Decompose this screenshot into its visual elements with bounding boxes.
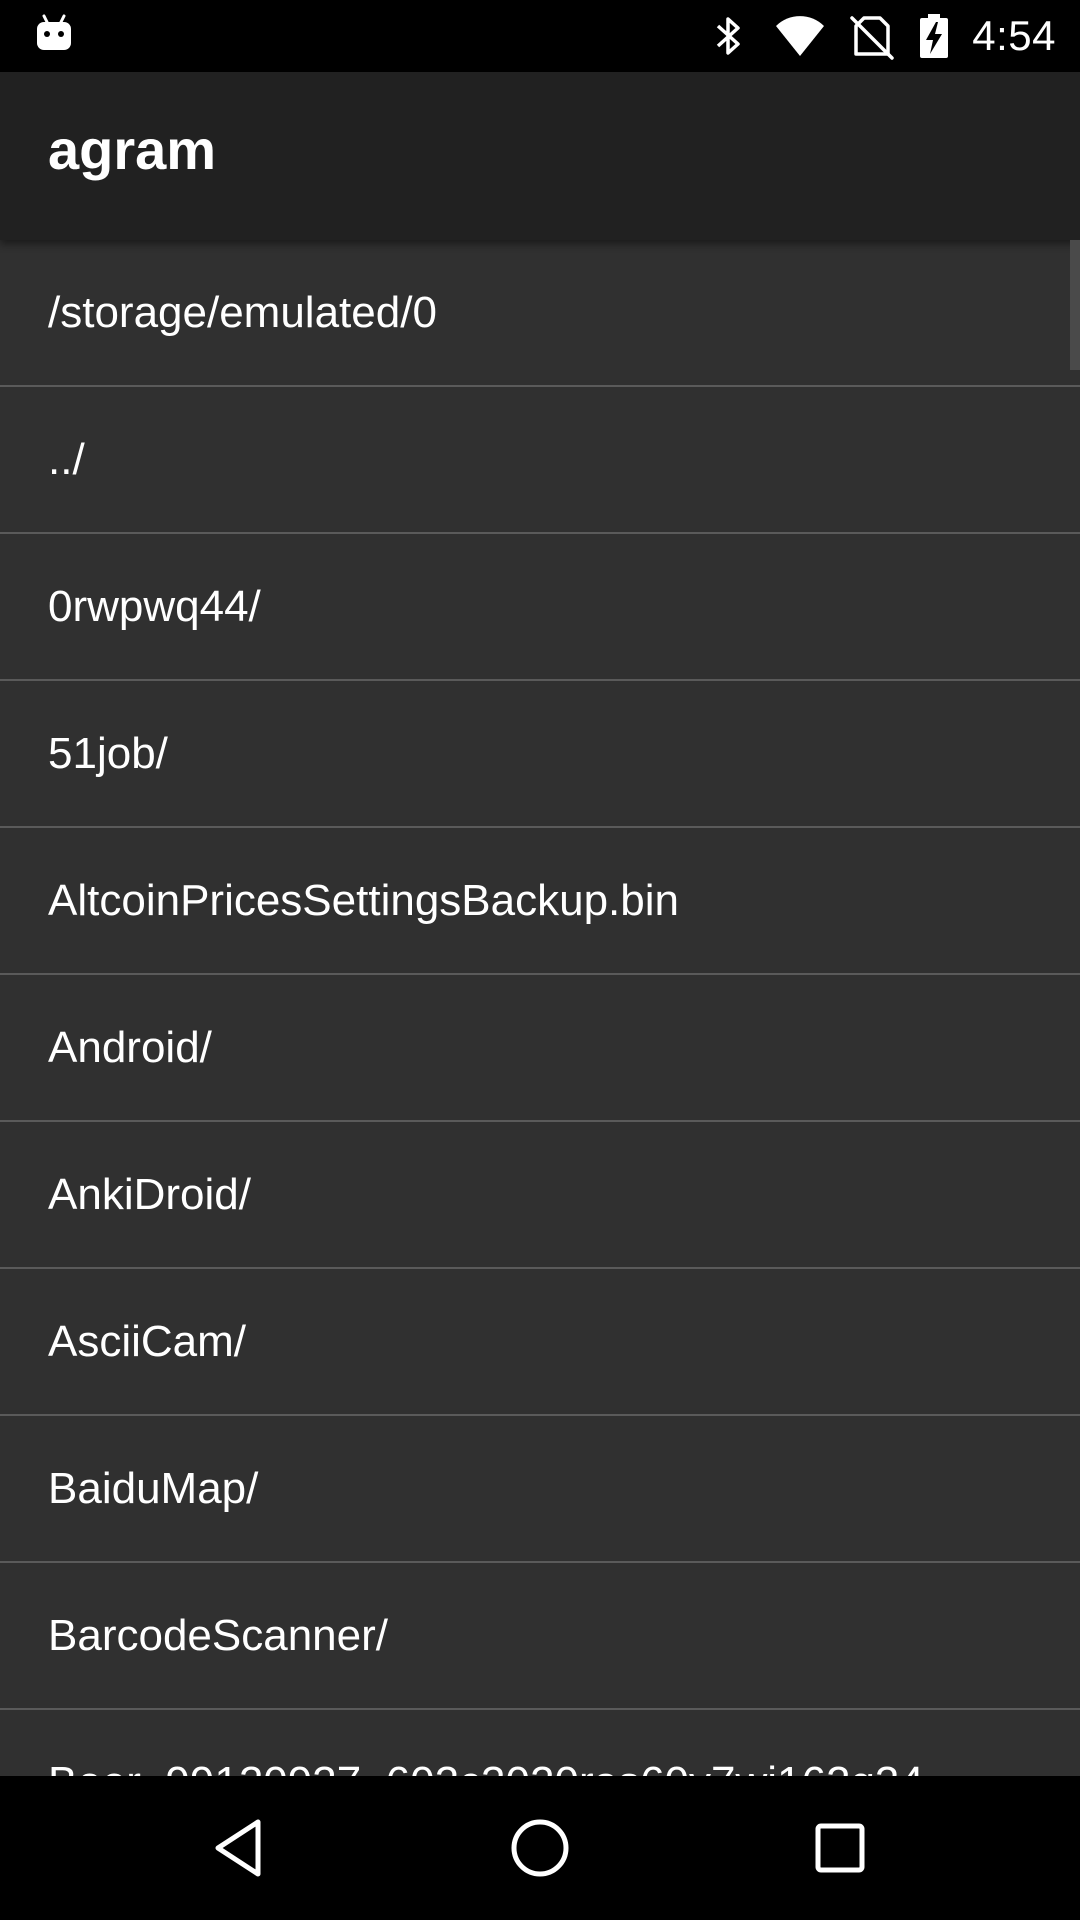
list-item-label: Beer_99120937_602c3020ras60v7wi162g34_ <box>48 1760 948 1776</box>
list-item[interactable]: AnkiDroid/ <box>0 1122 1080 1269</box>
scrollbar-thumb[interactable] <box>1070 240 1080 370</box>
list-item-label: 51job/ <box>48 728 168 778</box>
back-icon[interactable] <box>204 1812 276 1884</box>
list-item-label: AsciiCam/ <box>48 1316 247 1366</box>
android-debug-icon <box>36 14 72 54</box>
list-item-label: BarcodeScanner/ <box>48 1610 388 1660</box>
app-title: agram <box>48 118 217 181</box>
list-item-label: Android/ <box>48 1022 212 1072</box>
list-item[interactable]: BarcodeScanner/ <box>0 1563 1080 1710</box>
list-item-label: ../ <box>48 434 85 484</box>
navigation-bar <box>0 1776 1080 1920</box>
list-item[interactable]: 51job/ <box>0 681 1080 828</box>
wifi-icon <box>774 12 826 60</box>
list-item[interactable]: AltcoinPricesSettingsBackup.bin <box>0 828 1080 975</box>
home-icon[interactable] <box>504 1812 576 1884</box>
recents-icon[interactable] <box>804 1812 876 1884</box>
app-bar: agram <box>0 72 1080 240</box>
list-item-label: /storage/emulated/0 <box>48 287 437 337</box>
list-item[interactable]: Beer_99120937_602c3020ras60v7wi162g34_ <box>0 1710 1080 1776</box>
battery-charging-icon <box>918 12 950 60</box>
parent-directory-row[interactable]: ../ <box>0 387 1080 534</box>
list-item-label: AltcoinPricesSettingsBackup.bin <box>48 875 679 925</box>
list-item-label: AnkiDroid/ <box>48 1169 251 1219</box>
list-item[interactable]: Android/ <box>0 975 1080 1122</box>
bluetooth-icon <box>704 12 752 60</box>
status-time: 4:54 <box>972 12 1056 59</box>
status-bar: 4:54 <box>0 0 1080 72</box>
list-item-label: 0rwpwq44/ <box>48 581 261 631</box>
list-item-label: BaiduMap/ <box>48 1463 259 1513</box>
list-item[interactable]: 0rwpwq44/ <box>0 534 1080 681</box>
status-icons: 4:54 <box>704 0 1056 72</box>
no-sim-icon <box>848 12 896 60</box>
screen: 4:54 agram /storage/emulated/0 ../ 0rwpw… <box>0 0 1080 1920</box>
current-path-row[interactable]: /storage/emulated/0 <box>0 240 1080 387</box>
file-list[interactable]: /storage/emulated/0 ../ 0rwpwq44/ 51job/… <box>0 240 1080 1776</box>
list-item[interactable]: AsciiCam/ <box>0 1269 1080 1416</box>
list-item[interactable]: BaiduMap/ <box>0 1416 1080 1563</box>
